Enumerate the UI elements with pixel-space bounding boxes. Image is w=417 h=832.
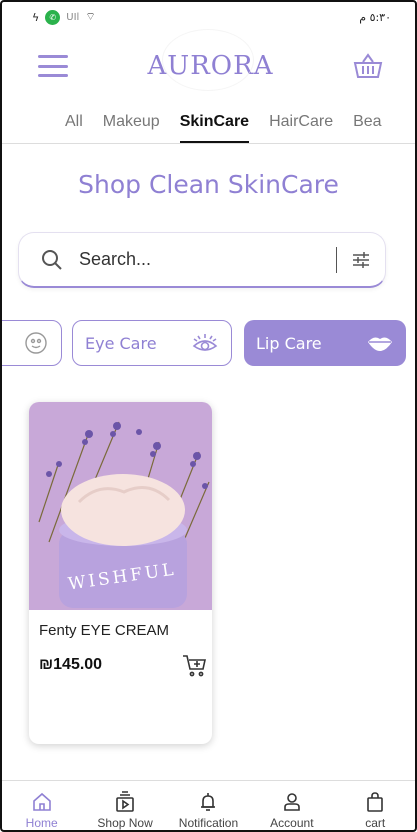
tab-skincare[interactable]: SkinCare: [179, 100, 250, 143]
chip-lip-care-label: Lip Care: [256, 333, 322, 353]
nav-notification[interactable]: Notification: [168, 791, 248, 830]
nav-account[interactable]: Account: [252, 791, 332, 830]
cart-icon: [367, 792, 384, 812]
product-image[interactable]: WISHFUL: [29, 402, 212, 610]
bell-icon: [201, 793, 216, 811]
app-header: AURORA: [0, 29, 417, 98]
chip-eye-care[interactable]: Eye Care: [72, 320, 232, 366]
page-title: Shop Clean SkinCare: [78, 170, 339, 199]
user-icon: [284, 793, 300, 811]
tab-makeup[interactable]: Makeup: [103, 100, 160, 143]
basket-icon[interactable]: [353, 52, 383, 80]
tab-beauty[interactable]: Bea: [353, 100, 381, 143]
subcategory-chips: Eye Care Lip Care: [0, 320, 417, 368]
nav-shop-now-label: Shop Now: [97, 816, 153, 830]
home-icon: [32, 792, 51, 811]
chip-eye-care-label: Eye Care: [85, 333, 157, 353]
search-divider: [336, 246, 337, 273]
chip-face-care[interactable]: [0, 320, 62, 366]
tab-haircare[interactable]: HairCare: [269, 100, 333, 143]
shop-icon: [116, 791, 134, 812]
face-mask-icon: [25, 332, 47, 354]
nav-home[interactable]: Home: [2, 791, 82, 830]
search-input[interactable]: [79, 249, 336, 270]
lips-icon: [368, 337, 392, 351]
nav-notification-label: Notification: [178, 816, 239, 830]
tab-all[interactable]: All: [65, 100, 83, 143]
nav-cart-label: cart: [365, 816, 386, 830]
brand-logo: AURORA: [147, 29, 274, 91]
status-time: ٥:٣٠ م: [359, 10, 391, 24]
filter-icon[interactable]: [351, 250, 371, 270]
network-label: UIl: [66, 11, 80, 23]
whatsapp-icon: ✆: [45, 9, 61, 25]
search-icon: [42, 249, 62, 270]
search-bar: [18, 232, 386, 288]
chip-lip-care[interactable]: Lip Care: [244, 320, 406, 366]
menu-icon[interactable]: [38, 55, 68, 77]
product-name: Fenty EYE CREAM: [39, 622, 170, 639]
wifi-icon: ⌔: [85, 10, 96, 23]
nav-cart[interactable]: cart: [335, 791, 415, 830]
nav-account-label: Account: [270, 816, 314, 830]
eye-icon: [192, 334, 218, 351]
product-card[interactable]: WISHFUL Fenty EYE CREAM ₪145.00: [29, 402, 212, 744]
product-price: ₪145.00: [39, 656, 103, 673]
bottom-nav: Home Shop Now Notification Account cart: [0, 780, 417, 832]
add-to-cart-icon[interactable]: [181, 652, 207, 678]
category-tabs: All Makeup SkinCare HairCare Bea: [0, 100, 417, 144]
nav-home-label: Home: [25, 816, 58, 830]
signal-icon: ϟ: [32, 10, 40, 24]
nav-shop-now[interactable]: Shop Now: [85, 791, 165, 830]
